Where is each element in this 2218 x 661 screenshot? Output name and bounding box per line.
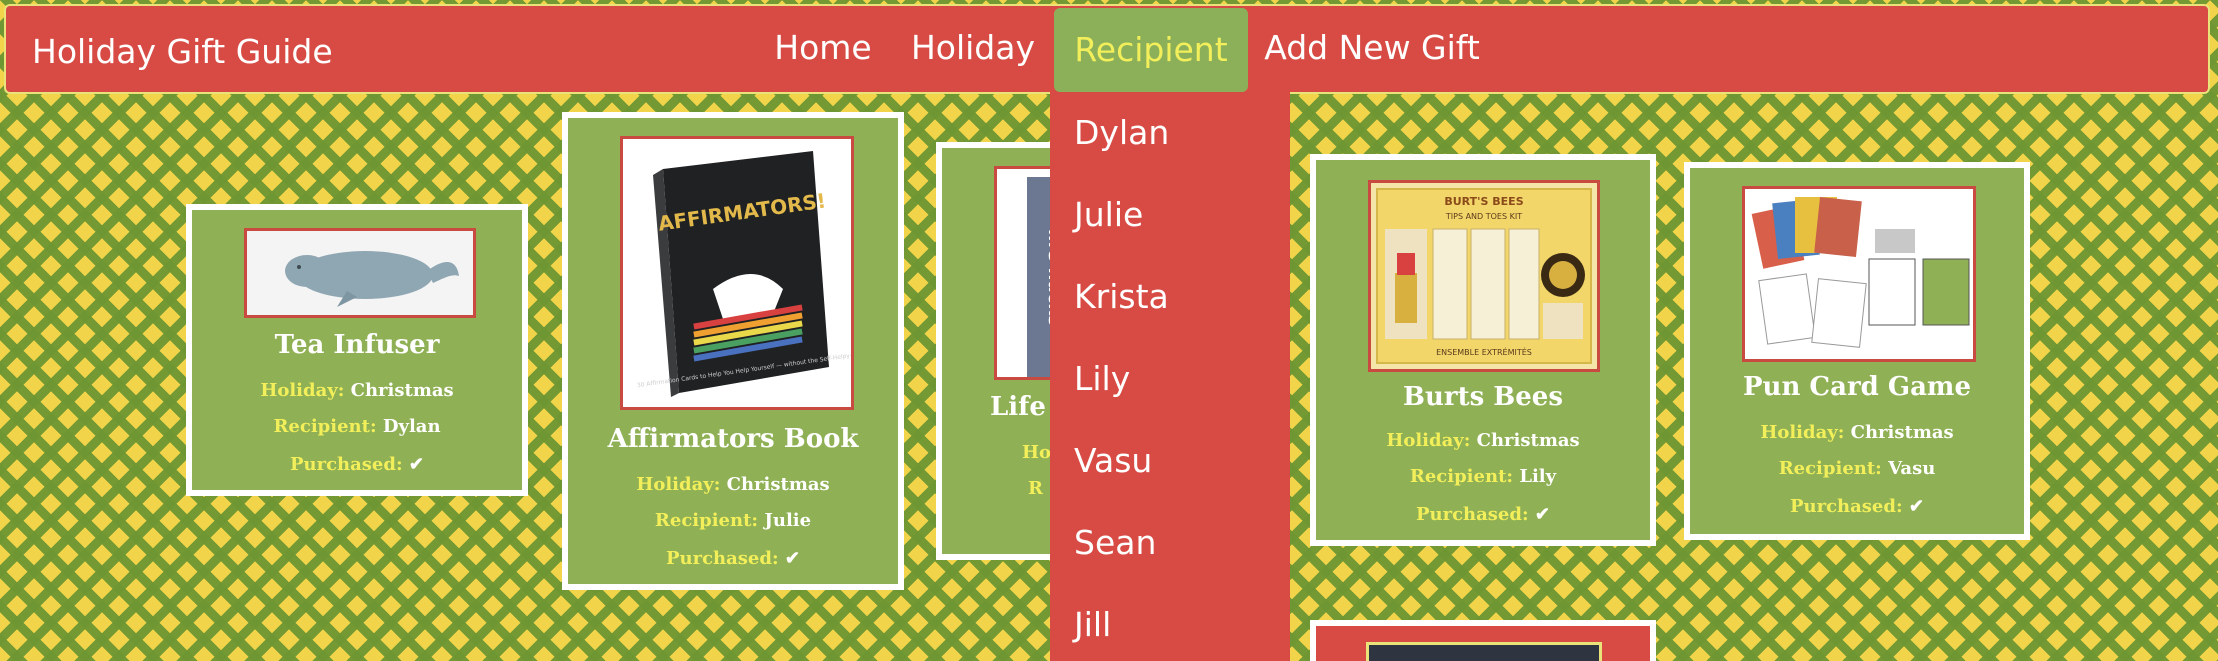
gift-recipient-row: Recipient: Julie — [568, 510, 898, 531]
dropdown-item-jill[interactable]: Jill — [1074, 584, 1111, 661]
recipient-label: Recipient: — [1409, 466, 1514, 487]
navbar: Holiday Gift Guide Home Holiday Recipien… — [4, 4, 2210, 94]
recipient-value: Dylan — [382, 416, 441, 437]
gift-title: Burts Bees — [1403, 382, 1563, 412]
gift-purchased-row: Purchased: ✔ — [1690, 496, 2024, 517]
holiday-value: Christmas — [1476, 430, 1580, 451]
recipient-value: Julie — [764, 510, 812, 531]
nav-home[interactable]: Home — [768, 6, 878, 90]
brand-title[interactable]: Holiday Gift Guide — [32, 32, 333, 71]
gift-image-tea-infuser — [244, 228, 476, 318]
holiday-value: Christmas — [1850, 422, 1954, 443]
dropdown-item-julie[interactable]: Julie — [1074, 174, 1143, 256]
holiday-value: Christmas — [350, 380, 454, 401]
gift-recipient-row: Recipient: Lily — [1316, 466, 1650, 487]
gift-holiday-row: Holiday: Christmas — [1690, 422, 2024, 443]
gift-holiday-row: Holiday: Christmas — [568, 474, 898, 495]
holiday-value: Christmas — [726, 474, 830, 495]
check-icon: ✔ — [784, 548, 800, 569]
gift-card-pun-card-game[interactable]: Pun Card Game Holiday: Christmas Recipie… — [1684, 162, 2030, 540]
gift-title: Affirmators Book — [607, 424, 859, 454]
check-icon: ✔ — [1534, 504, 1550, 525]
gift-card-burts-bees[interactable]: BURT'S BEES TIPS AND TOES KIT ENSEMBLE E… — [1310, 154, 1656, 546]
burts-bees-box-kit-name: TIPS AND TOES KIT — [1445, 212, 1522, 221]
gift-card-affirmators-book[interactable]: AFFIRMATORS! 30 Affirmation Cards to Hel… — [562, 112, 904, 590]
holiday-label: Holiday: — [1760, 422, 1845, 443]
dropdown-item-lily[interactable]: Lily — [1074, 338, 1130, 420]
recipient-dropdown-menu: Dylan Julie Krista Lily Vasu Sean Jill — [1050, 92, 1290, 661]
nav-add-new-gift[interactable]: Add New Gift — [1262, 6, 1482, 90]
gift-recipient-row: Recipient: Vasu — [1690, 458, 2024, 479]
recipient-label: Recipient: — [273, 416, 377, 437]
recipient-value: Lily — [1519, 466, 1557, 487]
nav-holiday[interactable]: Holiday — [908, 6, 1038, 90]
holiday-label: Holiday: — [636, 474, 721, 495]
dropdown-item-krista[interactable]: Krista — [1074, 256, 1169, 338]
recipient-value: Vasu — [1888, 458, 1936, 479]
gift-image-partial — [1366, 642, 1602, 661]
gift-purchased-row: Purchased: ✔ — [192, 454, 522, 475]
gift-image-affirmators-book: AFFIRMATORS! 30 Affirmation Cards to Hel… — [620, 136, 854, 410]
nav-recipient[interactable]: Recipient — [1054, 8, 1248, 92]
purchased-label: Purchased: — [1415, 504, 1529, 525]
dropdown-item-sean[interactable]: Sean — [1074, 502, 1156, 584]
dropdown-item-vasu[interactable]: Vasu — [1074, 420, 1152, 502]
gift-recipient-row: Recipient: Dylan — [192, 416, 522, 437]
gift-holiday-row: Holiday: Christmas — [1316, 430, 1650, 451]
recipient-label: Recipient: — [1778, 458, 1882, 479]
recipient-label: R — [1028, 478, 1043, 499]
gift-card-tea-infuser[interactable]: Tea Infuser Holiday: Christmas Recipient… — [186, 204, 528, 496]
gift-card-partial[interactable] — [1310, 620, 1656, 661]
burts-bees-box-brand: BURT'S BEES — [1444, 195, 1523, 208]
recipient-label: Recipient: — [654, 510, 759, 531]
gift-image-burts-bees: BURT'S BEES TIPS AND TOES KIT ENSEMBLE E… — [1368, 180, 1600, 372]
gift-purchased-row: Purchased: ✔ — [568, 548, 898, 569]
purchased-label: Purchased: — [1789, 496, 1903, 517]
gift-purchased-row: Purchased: ✔ — [1316, 504, 1650, 525]
purchased-label: Purchased: — [289, 454, 403, 475]
purchased-label: Purchased: — [665, 548, 779, 569]
gift-image-pun-card-game — [1742, 186, 1976, 362]
holiday-label: Holiday: — [260, 380, 345, 401]
dropdown-item-dylan[interactable]: Dylan — [1074, 92, 1169, 174]
gift-title: Tea Infuser — [274, 330, 440, 360]
check-icon: ✔ — [1908, 496, 1924, 517]
holiday-label: Ho — [1022, 442, 1052, 463]
gift-title: Pun Card Game — [1743, 372, 1971, 402]
check-icon: ✔ — [408, 454, 424, 475]
gift-holiday-row: Holiday: Christmas — [192, 380, 522, 401]
holiday-label: Holiday: — [1386, 430, 1471, 451]
burts-bees-box-footer: ENSEMBLE EXTRÉMITÉS — [1436, 346, 1532, 357]
